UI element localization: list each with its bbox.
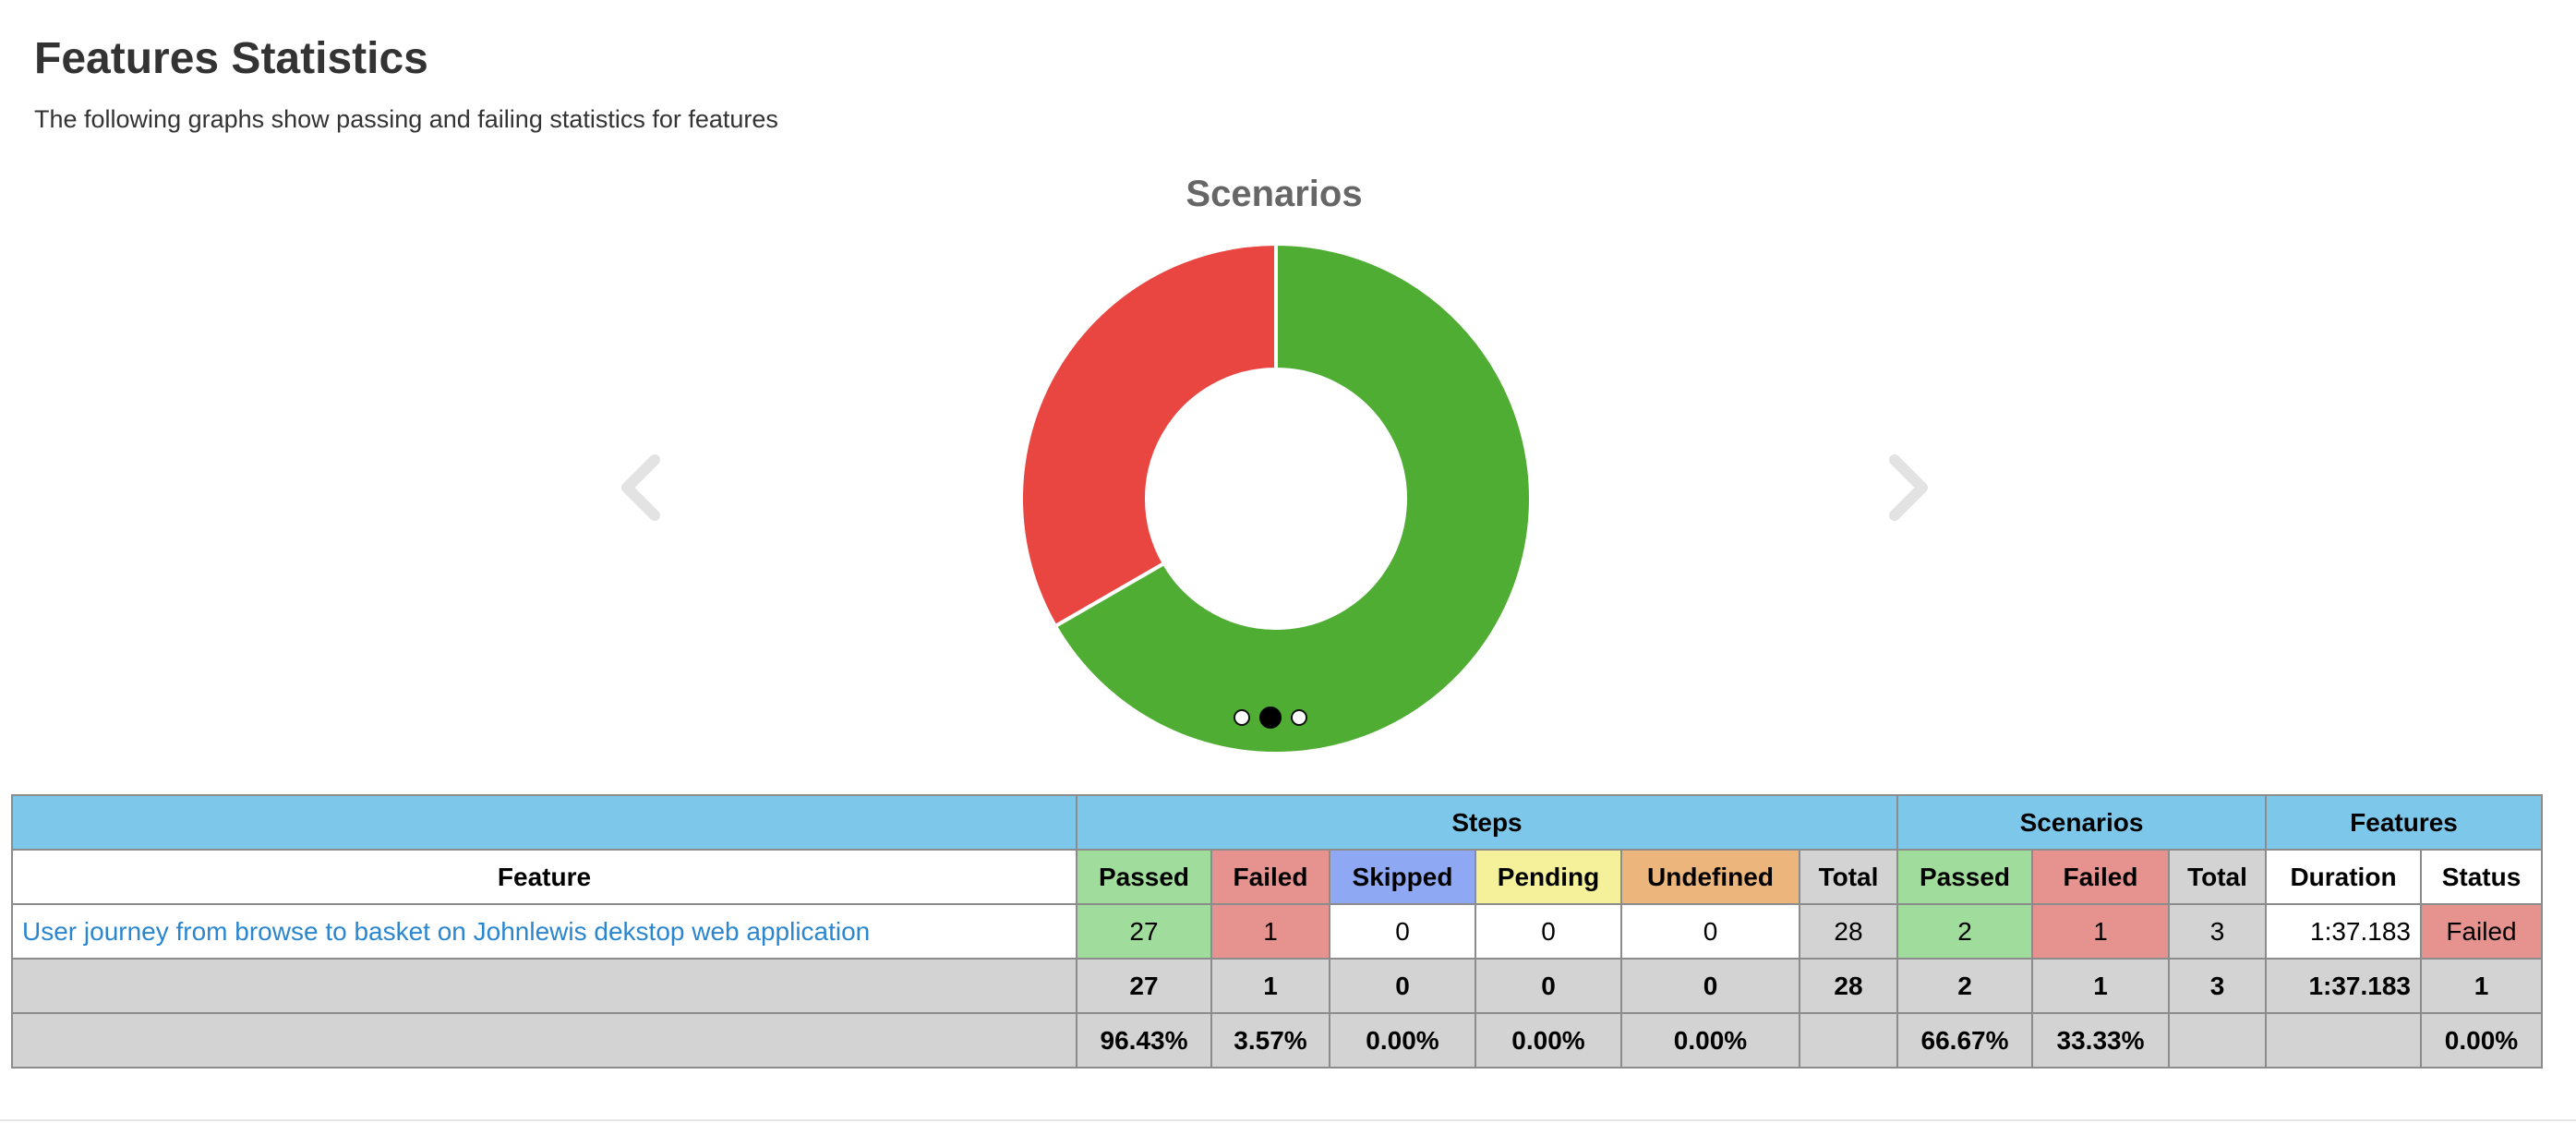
totals-label-cell: [11, 958, 1077, 1014]
chevron-right-icon: [1889, 454, 1928, 521]
group-header-steps: Steps: [1076, 794, 1898, 851]
cell-steps-pending: 0: [1475, 903, 1622, 960]
pct-scenarios-failed: 33.33%: [2031, 1012, 2170, 1069]
carousel-dot-3[interactable]: [1291, 709, 1307, 726]
carousel-next-button[interactable]: [1880, 451, 1935, 525]
chevron-left-icon: [621, 454, 660, 521]
col-header-duration[interactable]: Duration: [2265, 849, 2422, 905]
group-header-empty: [11, 794, 1077, 851]
col-header-scenarios-passed[interactable]: Passed: [1896, 849, 2033, 905]
group-header-features: Features: [2265, 794, 2543, 851]
pct-steps-failed: 3.57%: [1210, 1012, 1330, 1069]
carousel-dot-1[interactable]: [1234, 709, 1250, 726]
pct-steps-passed: 96.43%: [1076, 1012, 1212, 1069]
pct-steps-undefined: 0.00%: [1620, 1012, 1800, 1069]
cell-scenarios-failed: 1: [2031, 903, 2170, 960]
table-percent-row: 96.43% 3.57% 0.00% 0.00% 0.00% 66.67% 33…: [11, 1012, 2543, 1069]
col-header-steps-passed[interactable]: Passed: [1076, 849, 1212, 905]
cell-status: Failed: [2420, 903, 2543, 960]
total-steps-total: 28: [1799, 958, 1898, 1014]
scenarios-donut-chart: [1019, 241, 1533, 755]
cell-steps-total: 28: [1799, 903, 1898, 960]
feature-link[interactable]: User journey from browse to basket on Jo…: [22, 917, 870, 946]
group-header-scenarios: Scenarios: [1896, 794, 2267, 851]
table-column-header-row: Feature Passed Failed Skipped Pending Un…: [11, 849, 2543, 905]
cell-steps-failed: 1: [1210, 903, 1330, 960]
pct-steps-skipped: 0.00%: [1329, 1012, 1476, 1069]
feature-cell: User journey from browse to basket on Jo…: [11, 903, 1077, 960]
col-header-status[interactable]: Status: [2420, 849, 2543, 905]
col-header-steps-total[interactable]: Total: [1799, 849, 1898, 905]
col-header-steps-undefined[interactable]: Undefined: [1620, 849, 1800, 905]
pct-duration: [2265, 1012, 2422, 1069]
cell-scenarios-total: 3: [2168, 903, 2267, 960]
total-steps-undefined: 0: [1620, 958, 1800, 1014]
table-totals-row: 27 1 0 0 0 28 2 1 3 1:37.183 1: [11, 958, 2543, 1014]
donut-slice-failed[interactable]: [1019, 241, 1278, 629]
total-scenarios-failed: 1: [2031, 958, 2170, 1014]
carousel-indicators: [1234, 706, 1307, 729]
page-title: Features Statistics: [34, 34, 428, 83]
col-header-steps-skipped[interactable]: Skipped: [1329, 849, 1476, 905]
total-scenarios-passed: 2: [1896, 958, 2033, 1014]
total-duration: 1:37.183: [2265, 958, 2422, 1014]
cell-steps-passed: 27: [1076, 903, 1212, 960]
cell-steps-skipped: 0: [1329, 903, 1476, 960]
chart-title: Scenarios: [1186, 174, 1363, 214]
pct-steps-total: [1799, 1012, 1898, 1069]
table-row: User journey from browse to basket on Jo…: [11, 903, 2543, 960]
bottom-divider: [0, 1119, 2576, 1121]
percent-label-cell: [11, 1012, 1077, 1069]
total-scenarios-total: 3: [2168, 958, 2267, 1014]
col-header-steps-pending[interactable]: Pending: [1475, 849, 1622, 905]
col-header-scenarios-failed[interactable]: Failed: [2031, 849, 2170, 905]
col-header-steps-failed[interactable]: Failed: [1210, 849, 1330, 905]
pct-scenarios-total: [2168, 1012, 2267, 1069]
col-header-scenarios-total[interactable]: Total: [2168, 849, 2267, 905]
col-header-feature[interactable]: Feature: [11, 849, 1077, 905]
pct-steps-pending: 0.00%: [1475, 1012, 1622, 1069]
cell-duration: 1:37.183: [2265, 903, 2422, 960]
page-subtitle: The following graphs show passing and fa…: [34, 105, 778, 133]
cell-scenarios-passed: 2: [1896, 903, 2033, 960]
features-statistics-table: Steps Scenarios Features Feature Passed …: [11, 794, 2543, 1069]
pct-status: 0.00%: [2420, 1012, 2543, 1069]
cell-steps-undefined: 0: [1620, 903, 1800, 960]
total-steps-pending: 0: [1475, 958, 1622, 1014]
total-status: 1: [2420, 958, 2543, 1014]
carousel-prev-button[interactable]: [614, 451, 669, 525]
pct-scenarios-passed: 66.67%: [1896, 1012, 2033, 1069]
total-steps-failed: 1: [1210, 958, 1330, 1014]
total-steps-skipped: 0: [1329, 958, 1476, 1014]
total-steps-passed: 27: [1076, 958, 1212, 1014]
carousel-dot-2[interactable]: [1259, 706, 1282, 729]
table-group-header-row: Steps Scenarios Features: [11, 794, 2543, 851]
